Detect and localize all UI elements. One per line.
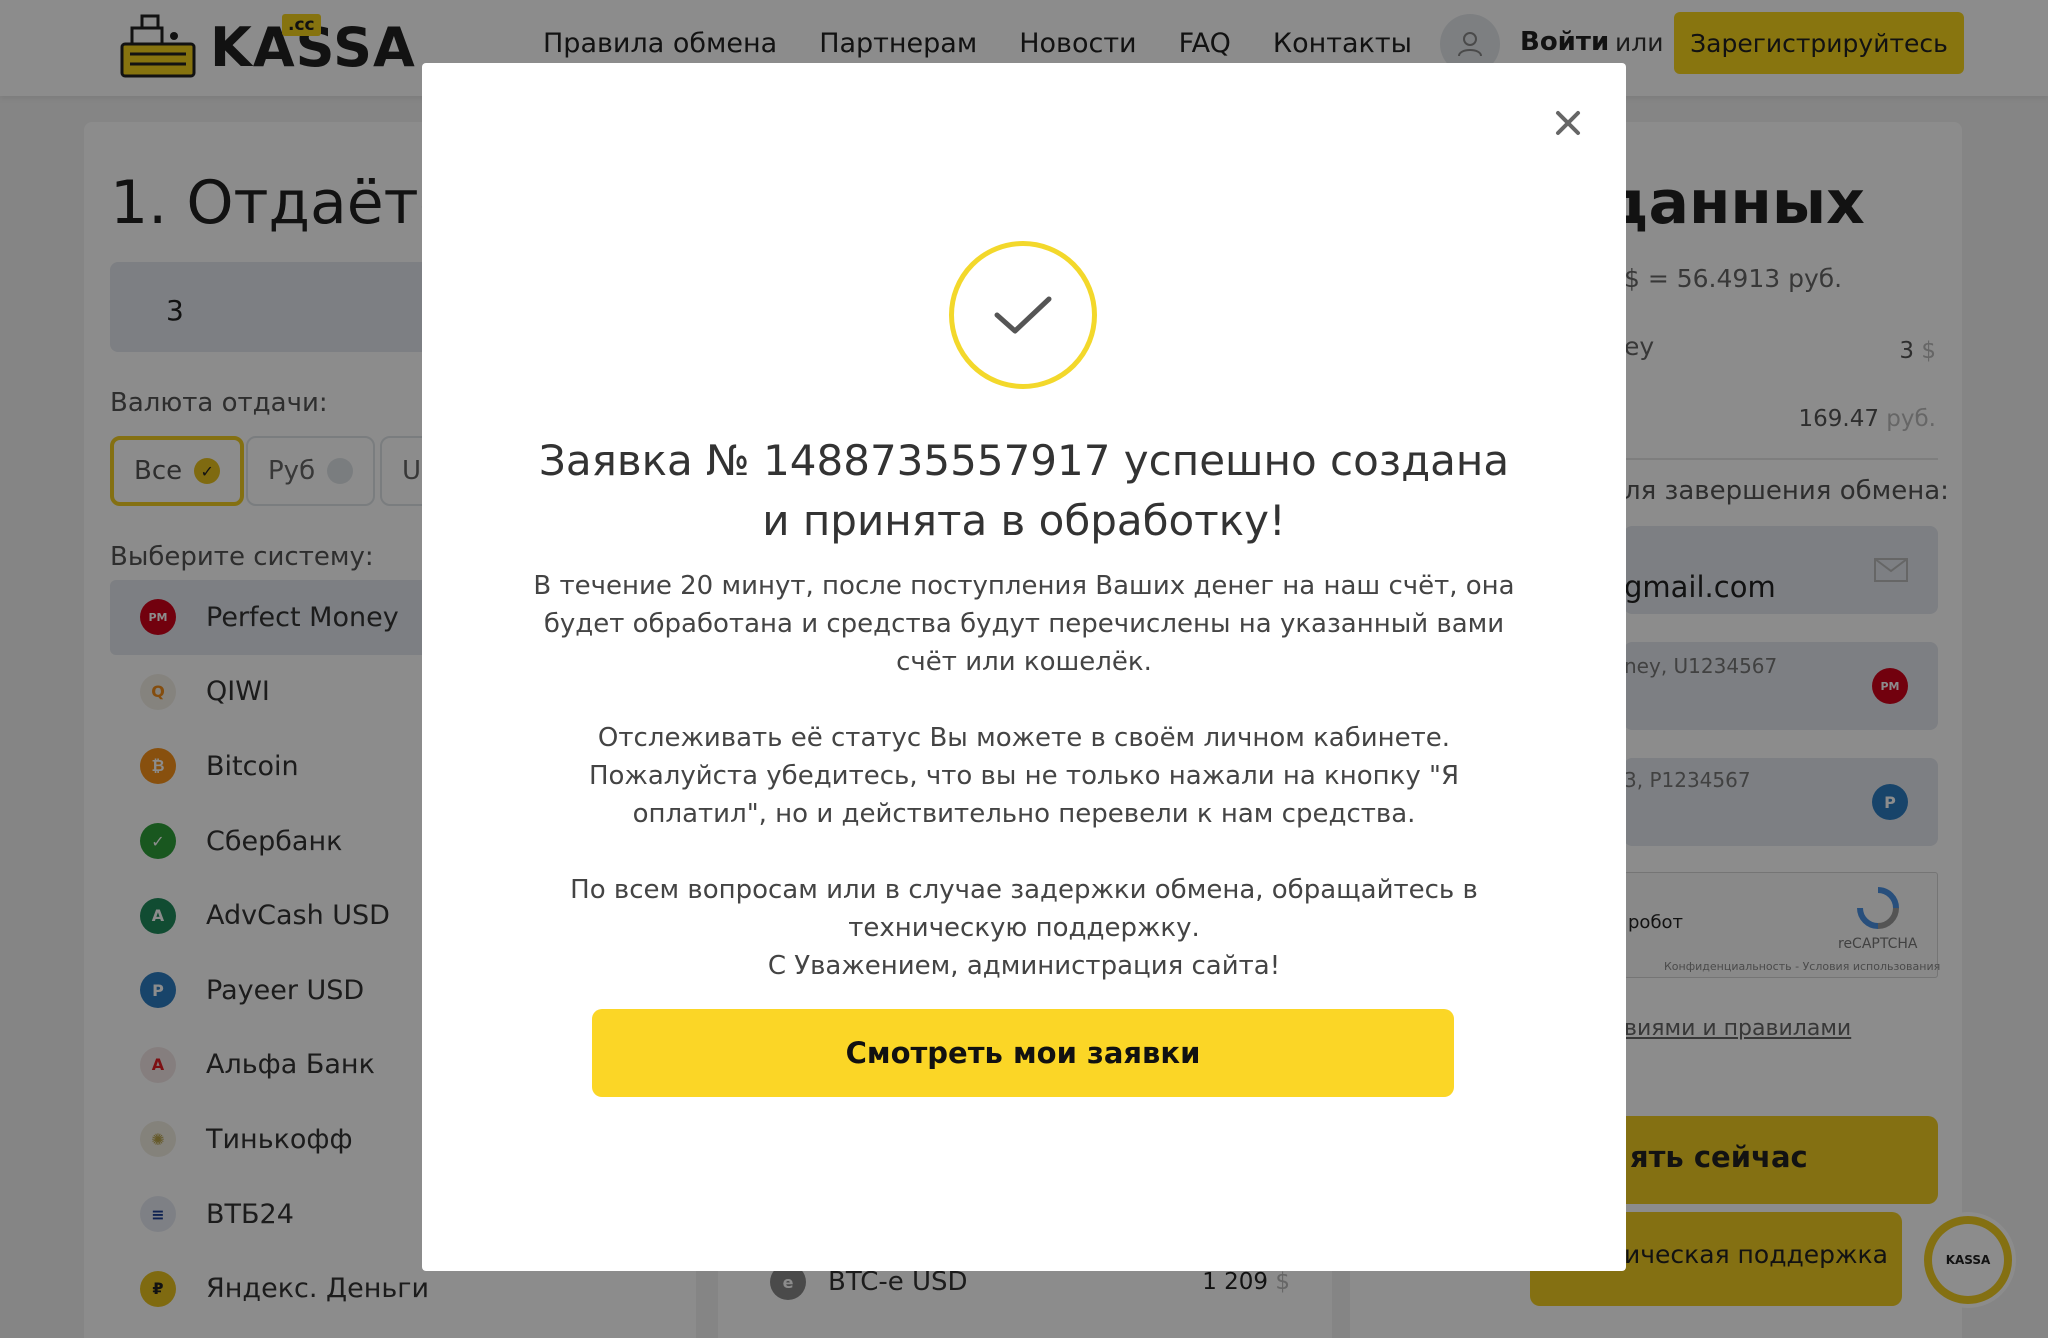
close-icon [1556,111,1580,135]
modal-paragraph-support: По всем вопросам или в случае задержки о… [522,871,1526,985]
modal-paragraph-processing: В течение 20 минут, после поступления Ва… [533,571,1515,677]
modal-body: В течение 20 минут, после поступления Ва… [522,567,1526,985]
success-check-icon [949,241,1097,389]
modal-paragraph-status: Отслеживать её статус Вы можете в своём … [588,723,1460,829]
checkmark-icon [994,296,1052,334]
order-success-modal: Заявка № 1488735557917 успешно создана и… [422,63,1626,1271]
support-text: По всем вопросам или в случае задержки о… [570,875,1478,943]
close-button[interactable] [1546,101,1590,145]
view-my-orders-button[interactable]: Смотреть мои заявки [592,1009,1454,1097]
signature-text: С Уважением, администрация сайта! [767,951,1281,981]
modal-title: Заявка № 1488735557917 успешно создана и… [538,436,1510,545]
